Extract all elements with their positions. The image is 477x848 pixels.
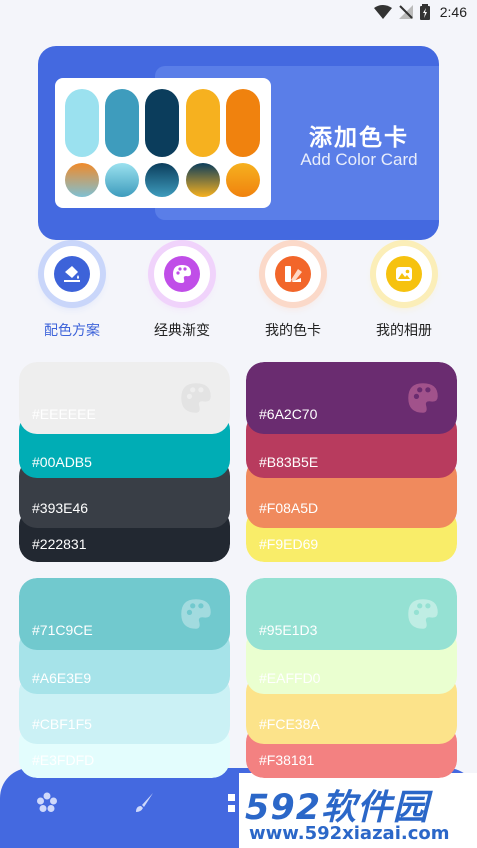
hex-label: #6A2C70 xyxy=(259,406,318,422)
category-icon-wrap xyxy=(376,246,432,302)
wifi-icon xyxy=(373,5,392,19)
hex-label: #A6E3E9 xyxy=(32,670,92,686)
brush-icon xyxy=(136,793,153,812)
hex-label: #71C9CE xyxy=(32,622,93,638)
palette-icon xyxy=(164,256,200,292)
hex-label: #F38181 xyxy=(259,752,315,768)
no-signal-icon xyxy=(398,5,413,19)
hex-label: #EAFFD0 xyxy=(259,670,321,686)
hex-label: #CBF1F5 xyxy=(32,716,92,732)
status-time: 2:46 xyxy=(439,4,467,20)
banner-color-pill xyxy=(226,89,260,157)
banner-subtitle: Add Color Card xyxy=(300,150,418,169)
palette-icon xyxy=(408,383,438,413)
color-card-preview xyxy=(55,78,271,208)
banner-color-pill xyxy=(186,89,220,157)
banner-color-pill xyxy=(105,89,139,157)
watermark-url: www.592xiazai.com xyxy=(249,823,450,844)
watermark: 592软件园 www.592xiazai.com xyxy=(239,773,477,848)
nav-brush-button[interactable] xyxy=(129,788,159,818)
category-icon-wrap xyxy=(44,246,100,302)
status-bar: 2:46 xyxy=(0,0,477,28)
banner-gradient-dot xyxy=(105,163,139,197)
flower-icon xyxy=(37,792,57,812)
banner-gradient-dot xyxy=(186,163,220,197)
palette-card[interactable]: #EEEEEE #00ADB5 #393E46 #222831 xyxy=(19,362,230,562)
hex-label: #FCE38A xyxy=(259,716,320,732)
banner-gradient-dot xyxy=(145,163,179,197)
palette-card[interactable]: #6A2C70 #B83B5E #F08A5D #F9ED69 xyxy=(246,362,457,562)
category-icon-wrap xyxy=(265,246,321,302)
hex-label: #F08A5D xyxy=(259,500,319,516)
category-label: 我的色卡 xyxy=(265,323,321,339)
hex-label: #B83B5E xyxy=(259,454,319,470)
category-icon-wrap xyxy=(154,246,210,302)
hex-label: #222831 xyxy=(32,536,87,552)
palette-card[interactable]: #71C9CE #A6E3E9 #CBF1F5 #E3FDFD xyxy=(19,578,230,778)
category-label: 经典渐变 xyxy=(154,323,210,339)
hex-label: #F9ED69 xyxy=(259,536,319,552)
banner-gradient-dot xyxy=(226,163,260,197)
hex-label: #00ADB5 xyxy=(32,454,92,470)
banner-color-pill xyxy=(145,89,179,157)
palette-card[interactable]: #95E1D3 #EAFFD0 #FCE38A #F38181 xyxy=(246,578,457,778)
paint-bucket-icon xyxy=(54,256,90,292)
banner-color-pill xyxy=(65,89,99,157)
hex-label: #393E46 xyxy=(32,500,89,516)
hex-label: #95E1D3 xyxy=(259,622,318,638)
swatch-icon xyxy=(275,256,311,292)
battery-icon xyxy=(419,4,430,20)
palette-icon xyxy=(181,383,211,413)
category-4[interactable]: 我的相册 xyxy=(359,246,449,340)
palette-icon xyxy=(408,599,438,629)
category-3[interactable]: 我的色卡 xyxy=(248,246,338,340)
palette-icon xyxy=(181,599,211,629)
category-label: 配色方案 xyxy=(44,323,100,339)
photo-icon xyxy=(386,256,422,292)
category-2[interactable]: 经典渐变 xyxy=(137,246,227,340)
add-color-card-banner[interactable]: 添加色卡 Add Color Card xyxy=(38,46,439,240)
hex-label: #EEEEEE xyxy=(32,406,96,422)
category-1[interactable]: 配色方案 xyxy=(27,246,117,340)
category-label: 我的相册 xyxy=(376,323,432,339)
banner-gradient-dot xyxy=(65,163,99,197)
hex-label: #E3FDFD xyxy=(32,752,95,768)
banner-title: 添加色卡 xyxy=(309,125,409,151)
nav-flower-button[interactable] xyxy=(32,788,62,818)
